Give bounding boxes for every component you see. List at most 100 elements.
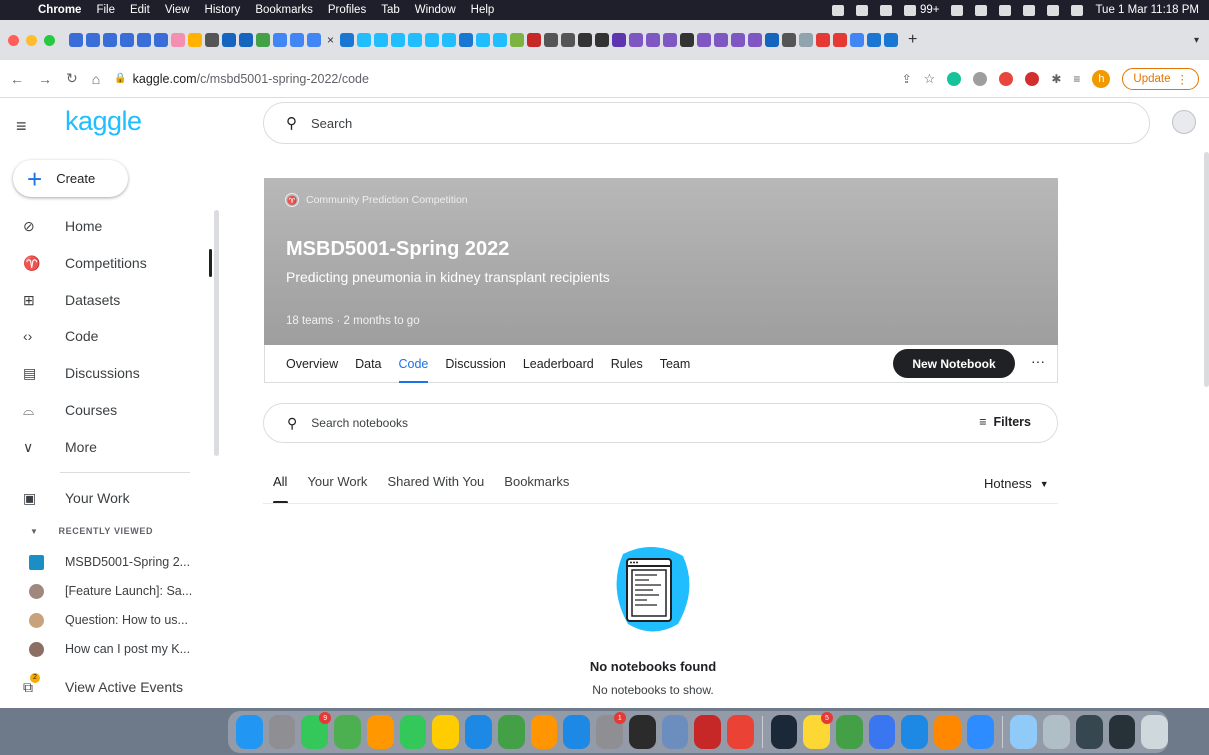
adblock-extension-icon[interactable] xyxy=(1025,71,1040,86)
tab-favicon-21-icon[interactable] xyxy=(680,33,695,47)
tab-favicon-33-icon[interactable] xyxy=(884,33,899,47)
user-avatar[interactable] xyxy=(1172,110,1196,134)
menubar-clock[interactable]: Tue 1 Mar 11:18 PM xyxy=(1095,4,1199,16)
notebook-search-input[interactable]: ⚲ Search notebooks ≡ Filters xyxy=(263,403,1058,443)
dock-terminal-icon[interactable] xyxy=(628,715,656,749)
control-center-icon[interactable] xyxy=(1047,4,1060,16)
menu-view[interactable]: View xyxy=(165,4,190,16)
sidebar-item-your-work[interactable]: ▣ Your Work xyxy=(0,480,212,516)
tab-favicon-28-icon[interactable] xyxy=(799,33,814,47)
siri-icon[interactable] xyxy=(1071,4,1084,16)
site-search-input[interactable]: ⚲ Search xyxy=(263,102,1150,144)
grammarly-extension-icon[interactable] xyxy=(947,71,962,86)
tab-favicon-bilibili-icon[interactable] xyxy=(103,33,117,47)
extensions-puzzle-icon[interactable]: ✱ xyxy=(1051,72,1061,86)
tab-favicon-1-icon[interactable] xyxy=(340,33,355,47)
sort-dropdown[interactable]: Hotness ▼ xyxy=(984,476,1049,491)
dock-messages-icon[interactable]: 9 xyxy=(301,712,332,749)
dock-downloads-icon[interactable] xyxy=(1010,715,1038,749)
tab-favicon-9-icon[interactable] xyxy=(476,33,491,47)
tab-favicon-22-icon[interactable] xyxy=(697,33,712,47)
update-button[interactable]: Update ⋮ xyxy=(1122,67,1199,90)
dock-app-store-icon[interactable] xyxy=(563,715,591,749)
kaggle-logo[interactable]: kaggle xyxy=(65,106,142,137)
forward-arrow-icon[interactable]: → xyxy=(38,71,52,87)
dock-steam-icon[interactable] xyxy=(770,715,798,749)
dock-vscode-icon[interactable] xyxy=(901,715,929,749)
play-status-icon[interactable] xyxy=(951,4,964,16)
tab-overview[interactable]: Overview xyxy=(286,345,338,383)
tab-leaderboard[interactable]: Leaderboard xyxy=(523,345,594,383)
dock-chrome-icon[interactable] xyxy=(727,715,754,749)
tab-favicon-24-icon[interactable] xyxy=(731,33,746,47)
profile-avatar[interactable]: h xyxy=(1092,69,1111,88)
tab-favicon-green-icon[interactable] xyxy=(256,33,270,47)
dock-launchpad-icon[interactable] xyxy=(268,715,296,749)
menu-window[interactable]: Window xyxy=(415,4,456,16)
tab-favicon-31-icon[interactable] xyxy=(850,33,865,47)
menu-edit[interactable]: Edit xyxy=(130,4,150,16)
new-tab-button[interactable]: + xyxy=(908,31,917,49)
create-button[interactable]: + Create xyxy=(13,160,128,197)
close-window-button[interactable] xyxy=(8,34,19,46)
dock-notes-icon[interactable] xyxy=(432,715,460,749)
bookmark-star-icon[interactable]: ☆ xyxy=(924,71,936,87)
tab-favicon-google-icon[interactable] xyxy=(307,33,321,47)
tab-favicon-5-icon[interactable] xyxy=(408,33,423,47)
sidebar-item-code[interactable]: ‹› Code xyxy=(0,318,212,354)
sidebar-item-home[interactable]: ⊘ Home xyxy=(0,208,212,244)
dock-r-studio-icon[interactable] xyxy=(661,715,689,749)
tab-favicon-12-icon[interactable] xyxy=(527,33,542,47)
menu-help[interactable]: Help xyxy=(471,4,495,16)
subtab-bookmarks[interactable]: Bookmarks xyxy=(504,474,569,504)
dock-zoom-icon[interactable] xyxy=(966,715,994,749)
dock-screen-preview-icon[interactable] xyxy=(1108,715,1136,749)
tab-favicon-11-icon[interactable] xyxy=(510,33,525,47)
tab-team[interactable]: Team xyxy=(660,345,691,383)
tab-favicon-2-icon[interactable] xyxy=(357,33,372,47)
tab-data[interactable]: Data xyxy=(355,345,381,383)
filters-button[interactable]: ≡ Filters xyxy=(979,415,1031,429)
recent-item[interactable]: How can I post my K... xyxy=(0,636,210,662)
menu-tab[interactable]: Tab xyxy=(381,4,400,16)
subtab-your-work[interactable]: Your Work xyxy=(307,474,367,504)
minimize-window-button[interactable] xyxy=(26,34,37,46)
tab-favicon-27-icon[interactable] xyxy=(782,33,797,47)
dock-signal-icon[interactable] xyxy=(868,715,896,749)
reading-list-icon[interactable]: ≡ xyxy=(1073,72,1080,86)
dock-qq-icon[interactable]: 5 xyxy=(803,712,833,749)
new-notebook-button[interactable]: New Notebook xyxy=(893,349,1015,378)
tab-favicon-20-icon[interactable] xyxy=(663,33,678,47)
hamburger-menu-icon[interactable]: ≡ xyxy=(16,116,27,137)
zoom-window-button[interactable] xyxy=(44,34,55,46)
dock-stack-preview-icon[interactable] xyxy=(1043,715,1070,749)
sidebar-scrollbar[interactable] xyxy=(214,210,219,456)
tab-favicon-30-icon[interactable] xyxy=(833,33,848,47)
tab-favicon-13-icon[interactable] xyxy=(544,33,559,47)
sidebar-item-discussions[interactable]: ▤ Discussions xyxy=(0,355,212,391)
input-source-icon[interactable] xyxy=(975,4,988,16)
tab-favicon-10-icon[interactable] xyxy=(493,33,508,47)
extension-icon[interactable] xyxy=(973,71,988,86)
recently-viewed-heading[interactable]: ▼ RECENTLY VIEWED xyxy=(30,526,153,536)
subtab-all[interactable]: All xyxy=(273,474,289,504)
dock-maps-icon[interactable] xyxy=(334,715,361,749)
tab-favicon-pink-icon[interactable] xyxy=(171,33,185,47)
tab-favicon-3-icon[interactable] xyxy=(374,33,389,47)
tab-favicon-4-icon[interactable] xyxy=(391,33,406,47)
tab-favicon-bilibili-icon[interactable] xyxy=(120,33,134,47)
tab-favicon-google-icon[interactable] xyxy=(273,33,287,47)
menu-profiles[interactable]: Profiles xyxy=(328,4,366,16)
dock-trash-icon[interactable] xyxy=(1141,715,1169,749)
recent-item[interactable]: Question: How to us... xyxy=(0,607,210,633)
tab-favicon-github-icon[interactable] xyxy=(205,33,219,47)
sidebar-item-courses[interactable]: ⌓ Courses xyxy=(0,392,212,428)
tab-favicon-bilibili-icon[interactable] xyxy=(154,33,168,47)
dock-visual-paradigm-icon[interactable] xyxy=(694,715,722,749)
spotlight-icon[interactable] xyxy=(1023,4,1036,16)
menu-app-name[interactable]: Chrome xyxy=(38,4,81,16)
tab-favicon-bilibili-icon[interactable] xyxy=(69,33,83,47)
tab-discussion[interactable]: Discussion xyxy=(445,345,505,383)
mask-status-icon[interactable] xyxy=(879,4,892,16)
sidebar-item-more[interactable]: ∨ More xyxy=(0,429,212,465)
